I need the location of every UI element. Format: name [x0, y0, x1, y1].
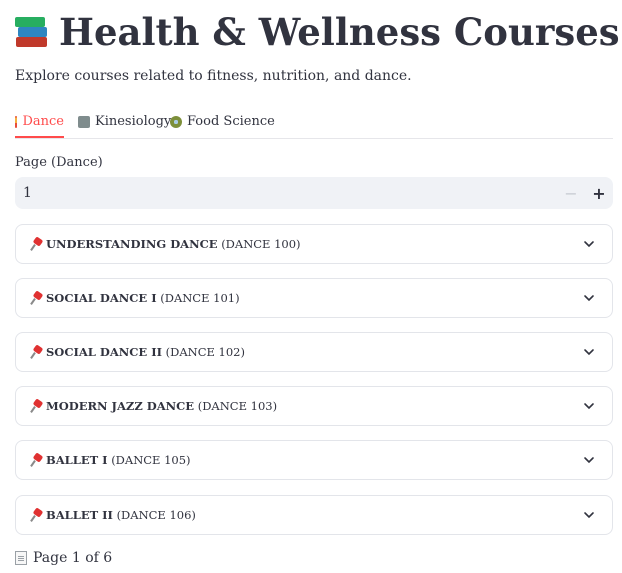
page-number-label: Page (Dance)	[15, 155, 103, 170]
course-name: MODERN JAZZ DANCE	[46, 399, 195, 413]
course-expander[interactable]: SOCIAL DANCE I (DANCE 101)	[15, 278, 613, 318]
course-title: MODERN JAZZ DANCE (DANCE 103)	[46, 399, 277, 413]
tab-kinesiology[interactable]: Kinesiology	[78, 107, 171, 136]
tab-food-science[interactable]: Food Science	[170, 107, 275, 136]
page-number-stepper: 1 − +	[15, 177, 613, 209]
course-expander[interactable]: BALLET I (DANCE 105)	[15, 440, 613, 480]
course-code: (DANCE 101)	[160, 291, 240, 305]
course-name: SOCIAL DANCE I	[46, 291, 157, 305]
page-indicator-text: Page 1 of 6	[33, 550, 113, 566]
chevron-down-icon	[584, 295, 594, 302]
tab-dance[interactable]: Dance	[15, 107, 64, 138]
course-code: (DANCE 102)	[165, 345, 245, 359]
pushpin-icon	[30, 344, 44, 359]
page-number-input[interactable]: 1	[15, 185, 557, 201]
page-title: Health & Wellness Courses	[15, 8, 620, 56]
page-title-text: Health & Wellness Courses	[59, 10, 620, 54]
weightlifter-icon	[78, 115, 90, 128]
page-indicator: Page 1 of 6	[15, 550, 112, 566]
course-title: UNDERSTANDING DANCE (DANCE 100)	[46, 237, 301, 251]
course-name: SOCIAL DANCE II	[46, 345, 162, 359]
pushpin-icon	[30, 236, 44, 251]
page-subtitle: Explore courses related to fitness, nutr…	[15, 68, 412, 84]
course-code: (DANCE 103)	[197, 399, 278, 413]
increment-button[interactable]: +	[585, 184, 613, 203]
tab-label: Food Science	[187, 114, 275, 129]
course-code: (DANCE 105)	[111, 453, 191, 467]
tab-label: Kinesiology	[95, 114, 172, 129]
course-title: SOCIAL DANCE I (DANCE 101)	[46, 291, 240, 305]
chevron-down-icon	[584, 349, 594, 356]
pushpin-icon	[30, 507, 44, 522]
course-name: BALLET II	[46, 508, 113, 522]
course-expander[interactable]: SOCIAL DANCE II (DANCE 102)	[15, 332, 613, 372]
page-icon	[15, 551, 27, 565]
books-icon	[15, 15, 49, 49]
course-code: (DANCE 100)	[221, 237, 301, 251]
salad-icon	[170, 115, 182, 128]
chevron-down-icon	[584, 457, 594, 464]
course-title: BALLET II (DANCE 106)	[46, 508, 196, 522]
pushpin-icon	[30, 398, 44, 413]
course-expander[interactable]: BALLET II (DANCE 106)	[15, 495, 613, 535]
chevron-down-icon	[584, 512, 594, 519]
course-name: BALLET I	[46, 453, 108, 467]
chevron-down-icon	[584, 241, 594, 248]
course-expander[interactable]: UNDERSTANDING DANCE (DANCE 100)	[15, 224, 613, 264]
dancer-icon	[15, 115, 18, 128]
course-title: SOCIAL DANCE II (DANCE 102)	[46, 345, 245, 359]
decrement-button[interactable]: −	[557, 184, 585, 203]
pushpin-icon	[30, 452, 44, 467]
course-expander[interactable]: MODERN JAZZ DANCE (DANCE 103)	[15, 386, 613, 426]
pushpin-icon	[30, 290, 44, 305]
course-code: (DANCE 106)	[116, 508, 196, 522]
chevron-down-icon	[584, 403, 594, 410]
course-name: UNDERSTANDING DANCE	[46, 237, 218, 251]
course-title: BALLET I (DANCE 105)	[46, 453, 191, 467]
tab-bar: Dance Kinesiology Food Science	[15, 107, 613, 139]
tab-label: Dance	[22, 114, 64, 129]
